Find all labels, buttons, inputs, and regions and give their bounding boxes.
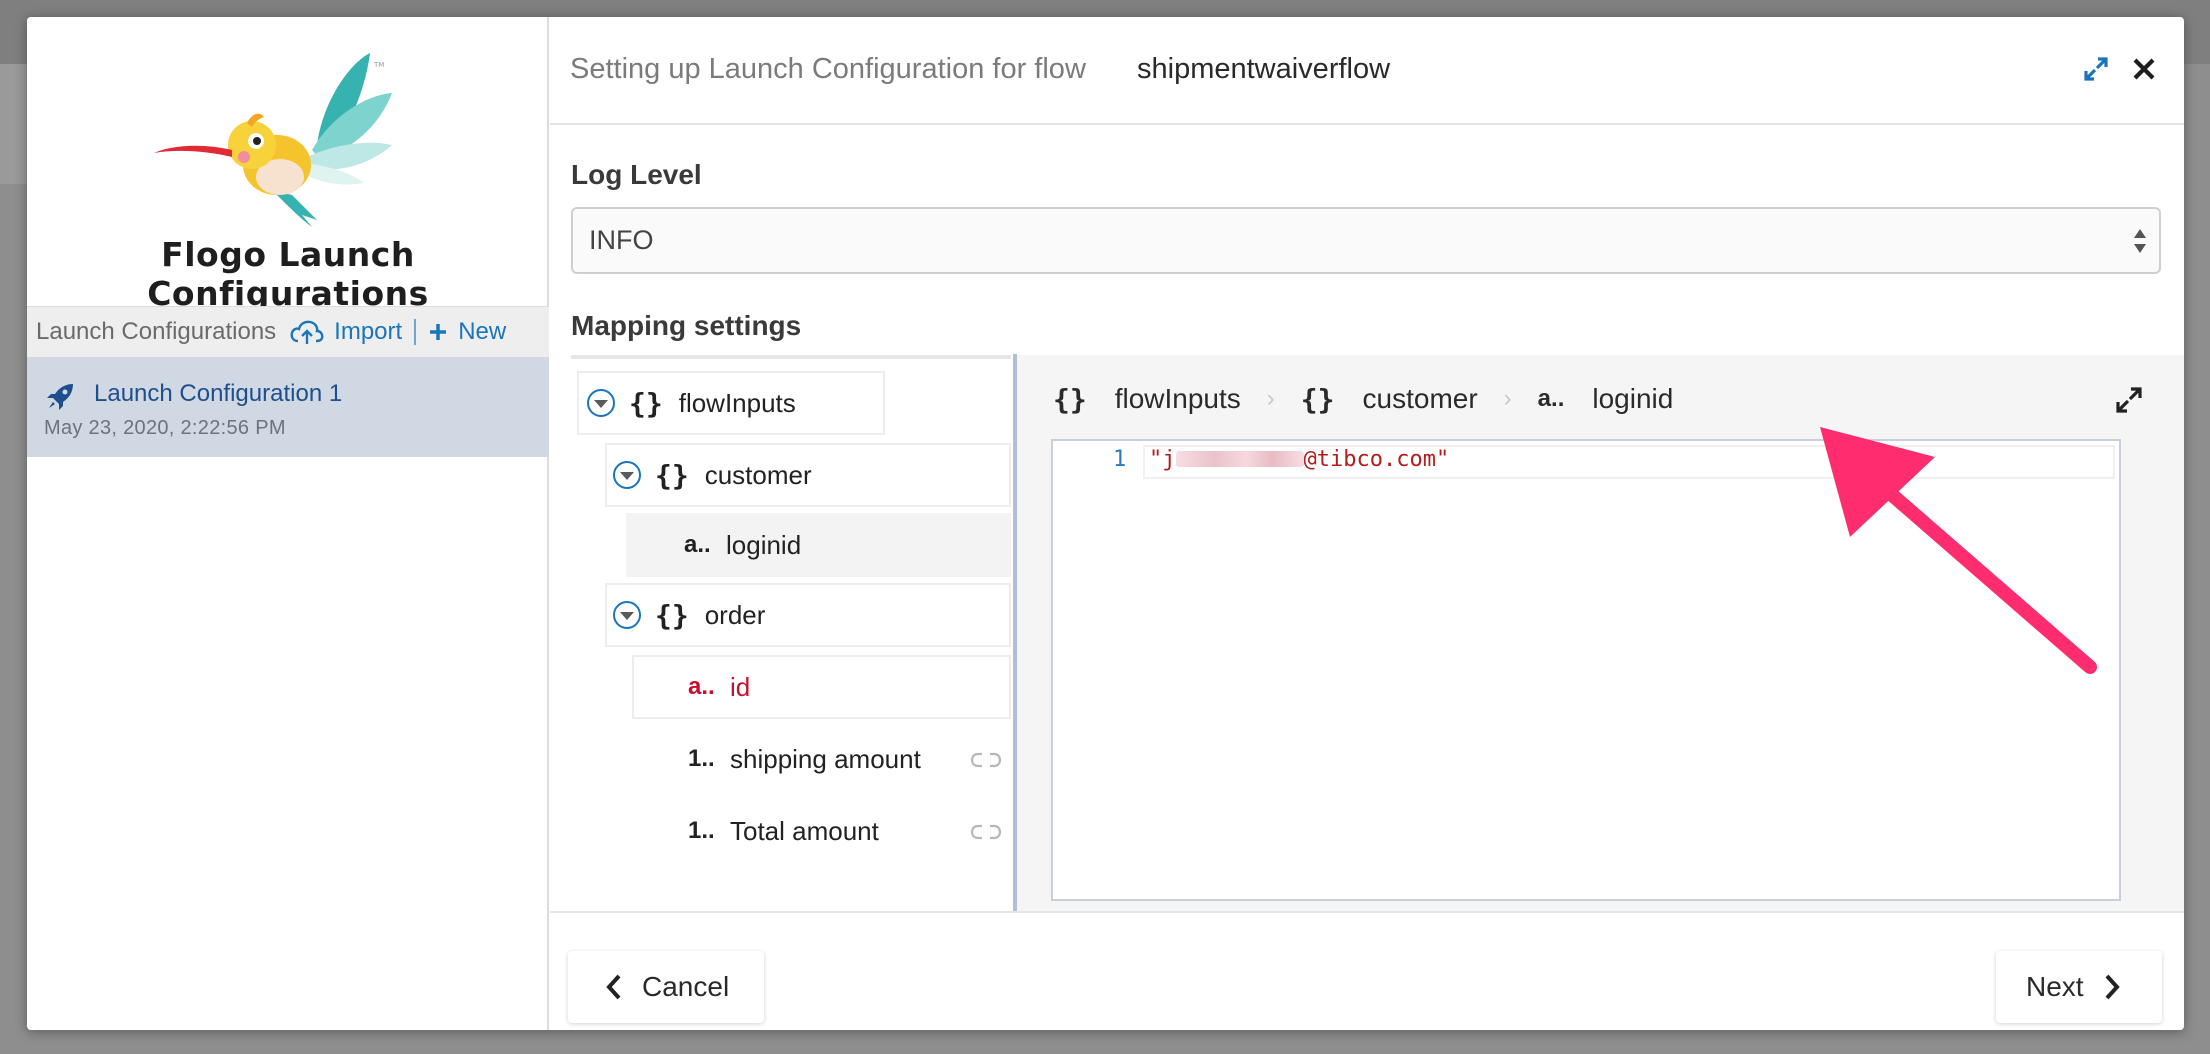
string-type-icon: a.. (688, 673, 715, 700)
code-suffix: @tibco.com" (1303, 447, 1450, 472)
tree-node-label: shipping amount (730, 743, 921, 774)
flow-name: shipmentwaiverflow (1137, 53, 1391, 85)
rocket-icon (47, 384, 73, 410)
close-icon[interactable] (2130, 55, 2158, 83)
breadcrumb: {} flowInputs › {} customer › a.. logini… (1053, 379, 1673, 419)
mapping-settings-label: Mapping settings (571, 310, 802, 341)
string-type-icon: a.. (1537, 385, 1565, 412)
code-prefix: "j (1149, 447, 1176, 472)
collapse-caret-icon[interactable] (611, 599, 643, 631)
cloud-upload-icon (290, 320, 324, 344)
collapse-caret-icon[interactable] (585, 387, 617, 419)
cancel-label: Cancel (642, 971, 730, 1002)
number-type-icon: 1.. (688, 817, 715, 844)
import-label: Import (334, 318, 403, 345)
chevron-right-icon (2105, 974, 2120, 1000)
collapse-caret-icon[interactable] (611, 459, 643, 491)
new-button[interactable]: New (428, 318, 506, 346)
code-value: "j @tibco.com" (1149, 447, 1449, 472)
select-arrows-icon (2134, 229, 2146, 253)
tree-node-label: order (704, 599, 766, 630)
log-level-label: Log Level (571, 159, 702, 190)
breadcrumb-item[interactable]: customer (1363, 383, 1478, 415)
object-type-icon: {} (1053, 382, 1087, 416)
sidebar: TM Flogo Launch Configurations Launch Co… (27, 17, 549, 1030)
next-label: Next (2026, 971, 2084, 1002)
tree-node-order[interactable]: {} order (605, 583, 1011, 647)
tree-node-label: customer (704, 459, 812, 490)
expand-editor-icon[interactable] (2114, 385, 2144, 415)
code-editor[interactable]: 1 "j @tibco.com" (1051, 439, 2121, 901)
chevron-right-icon: › (1503, 385, 1512, 412)
launch-config-date: May 23, 2020, 2:22:56 PM (44, 417, 286, 439)
launch-config-dialog: TM Flogo Launch Configurations Launch Co… (27, 17, 2184, 1030)
tree-node-customer[interactable]: {} customer (605, 443, 1011, 507)
log-level-value: INFO (589, 225, 654, 255)
launch-config-name: Launch Configuration 1 (94, 380, 343, 407)
link-icon[interactable] (969, 821, 1003, 843)
flogo-hummingbird-logo: TM (154, 53, 392, 227)
breadcrumb-item[interactable]: flowInputs (1115, 383, 1241, 415)
new-label: New (458, 318, 507, 345)
string-type-icon: a.. (684, 531, 711, 558)
tree-node-shipping-amount[interactable]: 1.. shipping amount (632, 727, 1011, 791)
object-type-icon: {} (1300, 382, 1335, 416)
redacted-text (1175, 451, 1304, 467)
toolbar-divider (414, 319, 417, 345)
tree-node-total-amount[interactable]: 1.. Total amount (632, 799, 1011, 863)
launch-config-item[interactable]: Launch Configuration 1 May 23, 2020, 2:2… (27, 358, 549, 457)
chevron-right-icon: › (1266, 385, 1275, 412)
input-tree: {} flowInputs {} customer a.. loginid {}… (571, 355, 1011, 911)
breadcrumb-item[interactable]: loginid (1592, 383, 1673, 415)
number-type-icon: 1.. (688, 745, 715, 772)
launch-configurations-toolbar: Launch Configurations Import New (27, 306, 549, 358)
tree-node-label: Total amount (730, 815, 879, 846)
brand-title: Flogo Launch Configurations (147, 235, 429, 313)
dialog-header: Setting up Launch Configuration for flow… (550, 17, 2184, 125)
import-button[interactable]: Import (290, 318, 402, 346)
link-icon[interactable] (969, 749, 1003, 771)
object-type-icon: {} (655, 458, 689, 492)
tree-node-loginid[interactable]: a.. loginid (626, 513, 1011, 577)
tree-node-label: flowInputs (678, 387, 796, 418)
tree-node-flowinputs[interactable]: {} flowInputs (577, 371, 885, 435)
svg-text:TM: TM (373, 61, 384, 69)
tree-node-label: id (730, 671, 751, 702)
expand-icon[interactable] (2082, 55, 2110, 83)
toolbar-title: Launch Configurations (36, 318, 277, 345)
dialog-footer: Cancel Next (550, 911, 2184, 1030)
log-level-select[interactable]: INFO (571, 207, 2161, 274)
chevron-left-icon (606, 974, 621, 1000)
tree-node-id[interactable]: a.. id (632, 655, 1011, 719)
cancel-button[interactable]: Cancel (568, 951, 764, 1023)
object-type-icon: {} (629, 386, 663, 420)
next-button[interactable]: Next (1996, 951, 2162, 1023)
main-panel: Setting up Launch Configuration for flow… (550, 17, 2184, 1030)
object-type-icon: {} (655, 598, 689, 632)
tree-node-label: loginid (726, 529, 802, 560)
header-prefix: Setting up Launch Configuration for flow (570, 53, 1086, 85)
plus-icon (430, 324, 447, 340)
mapping-editor-panel: {} flowInputs › {} customer › a.. logini… (1017, 355, 2184, 911)
line-number: 1 (1113, 447, 1127, 472)
